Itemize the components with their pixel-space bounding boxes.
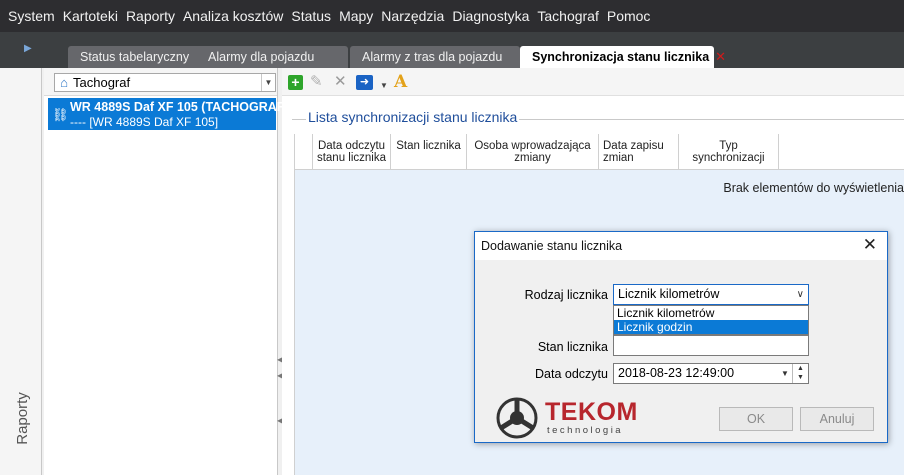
chevron-down-icon[interactable]: ▼ (380, 77, 388, 95)
add-meter-state-dialog: Dodawanie stanu licznika ✕ Rodzaj liczni… (474, 231, 888, 443)
raporty-panel[interactable]: Raporty (0, 68, 42, 475)
menu-system[interactable]: System (4, 8, 59, 24)
option-licznik-kilometrow[interactable]: Licznik kilometrów (614, 306, 808, 320)
menu-kartoteki[interactable]: Kartoteki (59, 8, 122, 24)
tree-filter-value: Tachograf (73, 75, 131, 90)
meter-type-select[interactable]: Licznik kilometrów ∨ (613, 284, 809, 305)
column-osoba[interactable]: Osoba wprowadzająca zmiany (467, 134, 599, 170)
menu-diagnostyka[interactable]: Diagnostyka (448, 8, 533, 24)
raporty-label: Raporty (13, 391, 31, 445)
vehicle-tree-panel: ⌂ Tachograf ▼ ⛓ WR 4889S Daf XF 105 (TAC… (44, 68, 284, 475)
read-date-label: Data odczytu (535, 367, 608, 381)
add-icon[interactable]: + (288, 75, 303, 90)
tab-label: Synchronizacja stanu licznika (532, 50, 710, 64)
tab-synchronizacja-stanu-licznika[interactable]: Synchronizacja stanu licznika ✕ (520, 46, 726, 68)
font-icon[interactable]: A (394, 73, 407, 91)
tree-toolbar: ⌂ Tachograf ▼ (44, 68, 277, 96)
tab-status-tabelaryczny[interactable]: Status tabelaryczny (68, 46, 208, 68)
delete-icon[interactable]: ✕ (334, 73, 347, 91)
calendar-dropdown-icon[interactable]: ▼ (778, 364, 792, 383)
tree-item-vehicle[interactable]: ⛓ WR 4889S Daf XF 105 (TACHOGRAF ---- [W… (48, 98, 284, 130)
cancel-button[interactable]: Anuluj (800, 407, 874, 431)
dialog-title: Dodawanie stanu licznika (481, 239, 623, 253)
menu-bar: System Kartoteki Raporty Analiza kosztów… (0, 0, 904, 32)
tree-filter-combo[interactable]: ⌂ Tachograf ▼ (54, 73, 276, 92)
menu-pomoc[interactable]: Pomoc (603, 8, 655, 24)
col-label: Stan licznika (396, 140, 461, 152)
column-typ-synchronizacji[interactable]: Typ synchronizacji (679, 134, 779, 170)
tab-label: Alarmy z tras dla pojazdu (362, 50, 503, 64)
col-label: Osoba wprowadzająca (474, 140, 591, 152)
menu-mapy[interactable]: Mapy (335, 8, 377, 24)
tab-label: Status tabelaryczny (80, 50, 190, 64)
empty-message: Brak elementów do wyświetlenia (723, 181, 904, 195)
chevron-down-icon[interactable]: ▼ (261, 74, 275, 91)
close-tab-icon[interactable]: ✕ (715, 49, 726, 64)
ok-button[interactable]: OK (719, 407, 793, 431)
option-licznik-godzin[interactable]: Licznik godzin (614, 320, 808, 334)
column-data-odczytu[interactable]: Data odczytu stanu licznika (313, 134, 391, 170)
col-label: Typ (719, 140, 738, 152)
meter-type-label: Rodzaj licznika (524, 288, 608, 302)
dialog-titlebar: Dodawanie stanu licznika ✕ (475, 232, 887, 260)
col-label: Data zapisu (603, 140, 664, 152)
tekom-logo-mark-icon (496, 397, 538, 439)
close-icon[interactable]: ✕ (863, 235, 877, 255)
menu-raporty[interactable]: Raporty (122, 8, 179, 24)
expand-panel-icon[interactable]: ▶ (24, 43, 32, 54)
home-icon: ⌂ (60, 75, 68, 90)
menu-status[interactable]: Status (287, 8, 335, 24)
meter-type-value: Licznik kilometrów (618, 287, 720, 301)
spin-updown-icon[interactable]: ▲ ▼ (792, 364, 808, 383)
tab-label: Alarmy dla pojazdu (208, 50, 315, 64)
read-date-picker[interactable]: 2018-08-23 12:49:00 ▼ ▲ ▼ (613, 363, 809, 384)
tab-alarmy-z-tras[interactable]: Alarmy z tras dla pojazdu (350, 46, 520, 68)
grid-corner (295, 134, 313, 170)
meter-state-input[interactable] (613, 335, 809, 356)
vehicle-subname: ---- [WR 4889S Daf XF 105] (70, 115, 219, 129)
meter-type-dropdown: Licznik kilometrów Licznik godzin (613, 305, 809, 335)
menu-tachograf[interactable]: Tachograf (533, 8, 602, 24)
chevron-down-icon: ∨ (796, 289, 804, 300)
column-stan-licznika[interactable]: Stan licznika (391, 134, 467, 170)
menu-analiza-kosztow[interactable]: Analiza kosztów (179, 8, 287, 24)
col-label: zmiany (514, 152, 551, 164)
edit-icon[interactable]: ✎ (310, 73, 323, 91)
read-date-value: 2018-08-23 12:49:00 (618, 366, 735, 380)
vehicle-name: WR 4889S Daf XF 105 (TACHOGRAF (70, 100, 285, 114)
vehicle-icon: ⛓ (52, 107, 69, 122)
grid-header: Data odczytu stanu licznika Stan licznika… (295, 134, 904, 170)
export-icon[interactable]: ➜ (356, 75, 373, 90)
menu-narzedzia[interactable]: Narzędzia (377, 8, 448, 24)
tab-alarmy-dla-pojazdu[interactable]: Alarmy dla pojazdu (196, 46, 348, 68)
column-data-zapisu[interactable]: Data zapisu zmian (599, 134, 679, 170)
logo-subtitle: technologia (547, 425, 624, 436)
col-label: Data odczytu (317, 140, 386, 152)
main-toolbar: + ✎ ✕ ➜ ▼ A (282, 68, 904, 96)
logo-name: TEKOM (545, 398, 638, 426)
col-label: synchronizacji (692, 152, 765, 164)
col-label: zmian (603, 152, 634, 164)
tekom-logo: TEKOM technologia (493, 394, 643, 440)
col-label: stanu licznika (316, 152, 387, 164)
group-title: Lista synchronizacji stanu licznika (306, 109, 520, 125)
meter-state-label: Stan licznika (537, 340, 608, 354)
